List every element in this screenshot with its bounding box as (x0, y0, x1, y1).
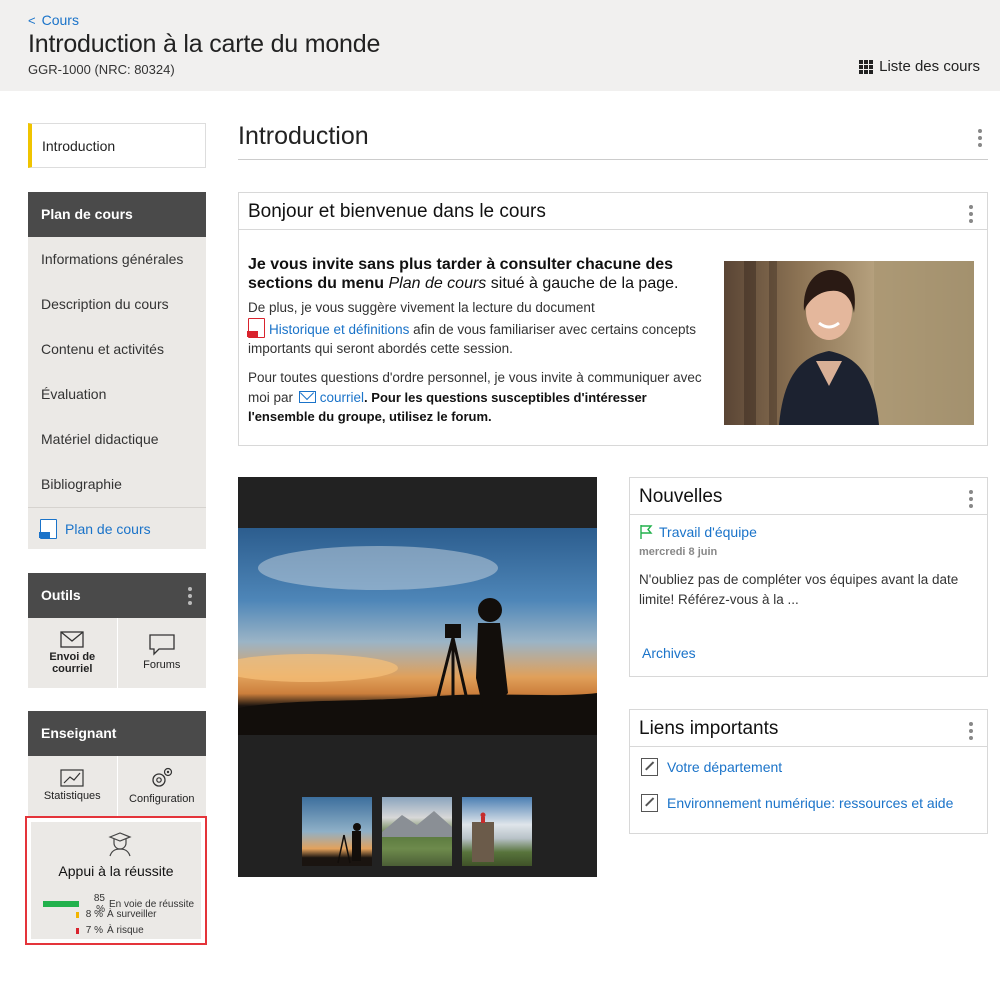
news-item-body: N'oubliez pas de compléter vos équipes a… (639, 572, 959, 608)
sidebar-item-evaluation[interactable]: Évaluation (28, 372, 206, 417)
welcome-more-icon[interactable] (969, 205, 973, 223)
welcome-paragraph-2: Pour toutes questions d'ordre personnel,… (248, 368, 713, 427)
mail-icon (298, 390, 316, 403)
history-definitions-link[interactable]: Historique et définitions (269, 322, 409, 337)
hero-image[interactable] (238, 528, 597, 735)
risk-bar (76, 927, 79, 934)
chevron-left-icon: < (28, 12, 36, 28)
statistics-tool[interactable]: Statistiques (28, 756, 117, 816)
speech-bubble-icon (149, 634, 175, 656)
pdf-icon (39, 518, 57, 539)
configuration-label: Configuration (129, 793, 195, 806)
news-card: Nouvelles Travail d'équipe mercredi 8 ju… (629, 477, 988, 677)
sidebar-item-bibliographie[interactable]: Bibliographie (28, 462, 206, 507)
welcome-lead: Je vous invite sans plus tarder à consul… (248, 255, 708, 293)
lead-text-em: Plan de cours (388, 275, 487, 293)
statistics-label: Statistiques (43, 790, 101, 803)
success-title: Appui à la réussite (58, 863, 174, 879)
thumbnail-strip (302, 797, 532, 866)
page-more-icon[interactable] (978, 129, 982, 147)
teacher-tools-grid: Statistiques Configuration (28, 756, 206, 816)
teacher-section-header: Enseignant (28, 711, 206, 756)
news-heading: Nouvelles (630, 478, 987, 515)
sidebar-item-plan-pdf[interactable]: Plan de cours (28, 507, 206, 549)
course-title: Introduction à la carte du monde (28, 30, 381, 58)
success-row-watch: 8 % À surveiller (76, 909, 156, 920)
link-department[interactable]: Votre département (641, 758, 782, 776)
sidebar-item-materiel[interactable]: Matériel didactique (28, 417, 206, 462)
grid-icon (859, 59, 874, 74)
pdf-icon (247, 317, 265, 338)
link-environment-label: Environnement numérique: ressources et a… (667, 795, 954, 811)
plan-section-list: Informations générales Description du co… (28, 237, 206, 549)
welcome-heading: Bonjour et bienvenue dans le cours (239, 193, 987, 230)
on-track-label: En voie de réussite (109, 898, 195, 910)
links-heading: Liens importants (630, 710, 987, 747)
link-environment[interactable]: Environnement numérique: ressources et a… (641, 794, 953, 812)
p1-text-a: De plus, je vous suggère vivement la lec… (248, 300, 595, 315)
tools-more-icon[interactable] (188, 587, 192, 605)
risk-pct: 7 % (85, 925, 103, 936)
title-divider (238, 159, 988, 160)
flag-icon (640, 525, 653, 539)
plan-section-header: Plan de cours (28, 192, 206, 237)
success-row-risk: 7 % À risque (76, 925, 144, 936)
send-email-label: Envoi de courriel (49, 650, 96, 675)
forums-label: Forums (143, 659, 181, 672)
courses-list-button[interactable]: Liste des cours (859, 58, 980, 75)
lead-text-b: situé à gauche de la page. (486, 275, 679, 293)
on-track-bar (43, 901, 79, 907)
news-more-icon[interactable] (969, 490, 973, 508)
envelope-icon (60, 631, 84, 648)
links-more-icon[interactable] (969, 722, 973, 740)
back-to-courses-link[interactable]: < Cours (28, 12, 79, 28)
important-links-card: Liens importants Votre département Envir… (629, 709, 988, 834)
tools-grid: Envoi de courriel Forums (28, 618, 206, 688)
courses-list-label: Liste des cours (879, 58, 980, 75)
news-heading-text: Nouvelles (639, 486, 723, 507)
watch-label: À surveiller (107, 909, 157, 920)
plan-pdf-label: Plan de cours (65, 520, 151, 537)
page-title: Introduction (238, 122, 369, 150)
archives-link[interactable]: Archives (642, 645, 696, 661)
chart-icon (60, 769, 84, 787)
graduate-icon (108, 832, 132, 857)
back-link-label: Cours (41, 12, 79, 28)
news-item-title: Travail d'équipe (659, 524, 757, 540)
sidebar-item-introduction[interactable]: Introduction (28, 123, 206, 168)
sidebar-item-informations[interactable]: Informations générales (28, 237, 206, 282)
external-link-icon (641, 794, 658, 812)
media-gallery (238, 477, 597, 877)
welcome-paragraph-1: De plus, je vous suggère vivement la lec… (247, 298, 713, 359)
success-panel-inner: Appui à la réussite 85 % En voie de réus… (31, 822, 201, 939)
sidebar-item-description[interactable]: Description du cours (28, 282, 206, 327)
send-email-tool[interactable]: Envoi de courriel (28, 618, 117, 688)
gear-icon (152, 768, 172, 787)
sidebar-item-contenu[interactable]: Contenu et activités (28, 327, 206, 372)
email-link[interactable]: courriel (320, 390, 364, 405)
success-support-panel[interactable]: Appui à la réussite 85 % En voie de réus… (25, 816, 207, 945)
risk-label: À risque (107, 925, 144, 936)
configuration-tool[interactable]: Configuration (116, 756, 207, 816)
course-header: < Cours Introduction à la carte du monde… (0, 0, 1000, 91)
watch-bar (76, 911, 79, 918)
forums-tool[interactable]: Forums (116, 618, 207, 688)
tools-section-header: Outils (28, 573, 206, 618)
welcome-heading-text: Bonjour et bienvenue dans le cours (248, 201, 546, 222)
instructor-photo (724, 261, 974, 425)
news-item-link[interactable]: Travail d'équipe (639, 524, 757, 540)
thumbnail-2[interactable] (382, 797, 452, 866)
external-link-icon (641, 758, 658, 776)
course-code: GGR-1000 (NRC: 80324) (28, 62, 175, 77)
news-item-date: mercredi 8 juin (639, 546, 718, 558)
thumbnail-1[interactable] (302, 797, 372, 866)
tools-header-label: Outils (41, 587, 81, 603)
welcome-card: Bonjour et bienvenue dans le cours Je vo… (238, 192, 988, 446)
link-department-label: Votre département (667, 759, 783, 775)
watch-pct: 8 % (85, 909, 103, 920)
links-heading-text: Liens importants (639, 718, 779, 739)
thumbnail-3[interactable] (462, 797, 532, 866)
